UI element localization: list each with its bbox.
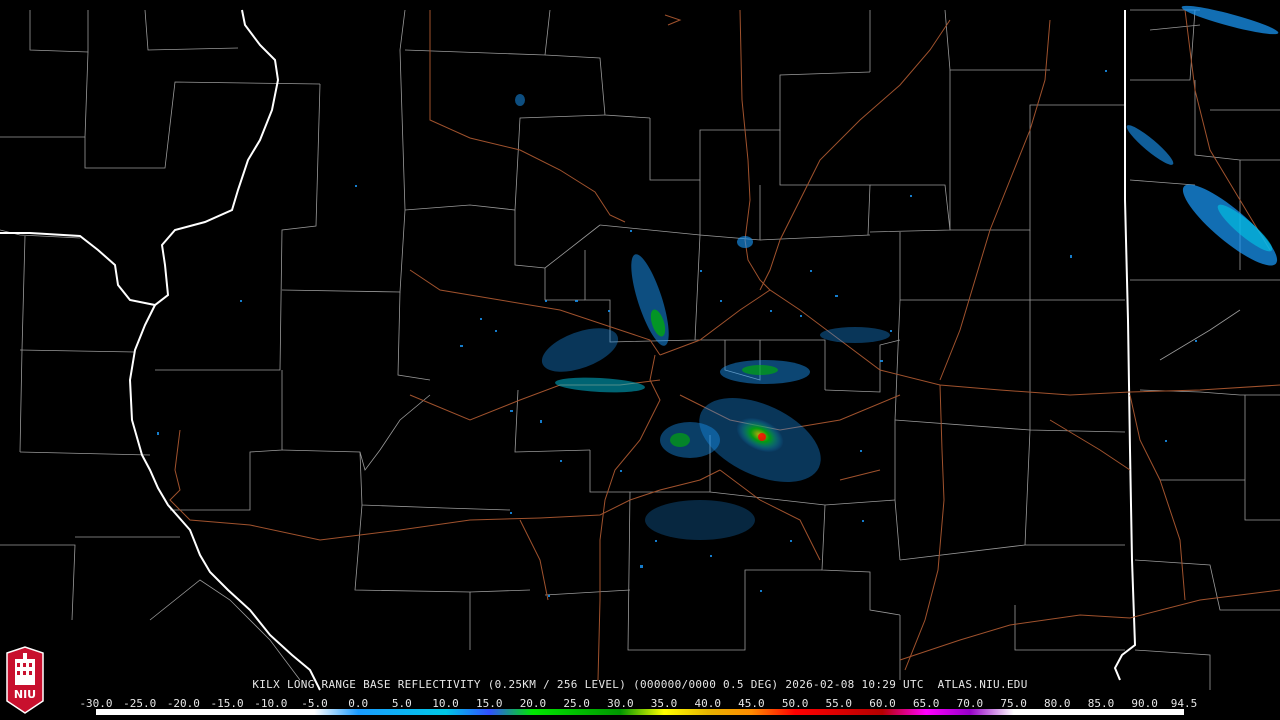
colorbar-labels: -30.0 -25.0 -20.0 -15.0 -10.0 -5.0 0.0 5.0 10.0 1… [79, 697, 1197, 710]
county-lines [0, 9, 1280, 690]
radar-map [0, 5, 1280, 691]
niu-logo: NIU [6, 646, 44, 714]
reflectivity-colorbar [96, 709, 1184, 715]
product-caption: KILX LONG RANGE BASE REFLECTIVITY (0.25K… [252, 678, 1028, 691]
radar-echoes [157, 5, 1279, 597]
svg-text:NIU: NIU [14, 688, 36, 701]
